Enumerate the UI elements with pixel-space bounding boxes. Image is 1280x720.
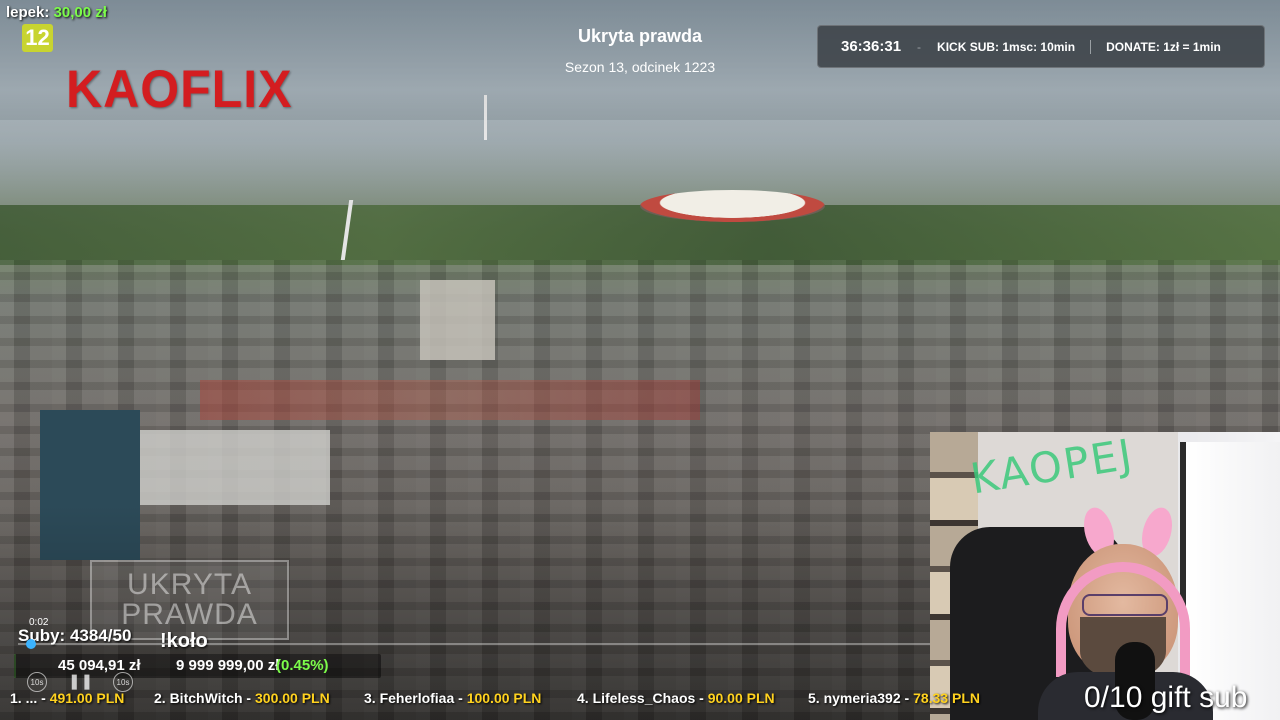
seek-handle[interactable] bbox=[26, 639, 36, 649]
watermark-line: UKRYTA bbox=[127, 568, 252, 601]
wheel-command: !koło bbox=[160, 630, 208, 652]
show-title: Ukryta prawda bbox=[577, 26, 703, 46]
seek-bar[interactable] bbox=[18, 639, 930, 649]
kaoflix-logo: KAOFLIX bbox=[66, 59, 293, 119]
donor-entry: 4. Lifeless_Chaos - 90.00 PLN bbox=[577, 690, 775, 706]
kick-sub-rate: KICK SUB: 1msc: 10min bbox=[937, 39, 1076, 54]
age-rating-badge: 12 bbox=[22, 24, 53, 52]
donor-rank-name: 5. nymeria392 - bbox=[808, 690, 914, 706]
donate-rate: DONATE: 1zł = 1min bbox=[1106, 39, 1221, 54]
donor-amount: 78.33 PLN bbox=[913, 690, 980, 706]
donor-name: lepek: bbox=[6, 4, 50, 21]
donor-rank-name: 3. Feherlofiaa - bbox=[364, 690, 467, 706]
timer-value: 36:36:31 bbox=[841, 38, 902, 55]
donor-rank-name: 4. Lifeless_Chaos - bbox=[577, 690, 708, 706]
goal-percent: (0.45%) bbox=[276, 657, 329, 674]
donor-entry: 5. nymeria392 - 78.33 PLN bbox=[808, 690, 980, 706]
gift-sub-counter: 0/10 gift sub bbox=[1084, 681, 1248, 714]
donor-entry: 1. ... - 491.00 PLN bbox=[10, 690, 124, 706]
donor-amount: 90.00 PLN bbox=[707, 690, 775, 706]
watermark-line: PRAWDA bbox=[121, 598, 258, 631]
goal-target: 9 999 999,00 zł bbox=[176, 657, 280, 674]
donor-amount: 491.00 PLN bbox=[49, 690, 125, 706]
episode-info: Sezon 13, odcinek 1223 bbox=[564, 59, 716, 75]
donor-rank-name: 2. BitchWitch - bbox=[154, 690, 255, 706]
separator: - bbox=[917, 39, 922, 54]
subathon-timer: 36:36:31 - KICK SUB: 1msc: 10min DONATE:… bbox=[817, 25, 1265, 68]
donor-amount: 300.00 PLN bbox=[255, 690, 330, 706]
donor-amount: 30,00 zł bbox=[53, 4, 107, 21]
last-donation: lepek: 30,00 zł bbox=[6, 4, 107, 21]
donor-rank-name: 1. ... - bbox=[10, 690, 50, 706]
donor-entry: 2. BitchWitch - 300.00 PLN bbox=[154, 690, 330, 706]
goal-progress-fill bbox=[14, 654, 16, 678]
top-donors-ticker: 1. ... - 491.00 PLN 2. BitchWitch - 300.0… bbox=[0, 688, 980, 710]
episode-title-block: Ukryta prawda Sezon 13, odcinek 1223 bbox=[440, 26, 840, 75]
goal-raised: 45 094,91 zł bbox=[58, 657, 141, 674]
divider bbox=[1090, 39, 1092, 54]
donor-entry: 3. Feherlofiaa - 100.00 PLN bbox=[364, 690, 541, 706]
webcam-feed: KAOPEJ bbox=[930, 432, 1280, 720]
donor-amount: 100.00 PLN bbox=[466, 690, 542, 706]
